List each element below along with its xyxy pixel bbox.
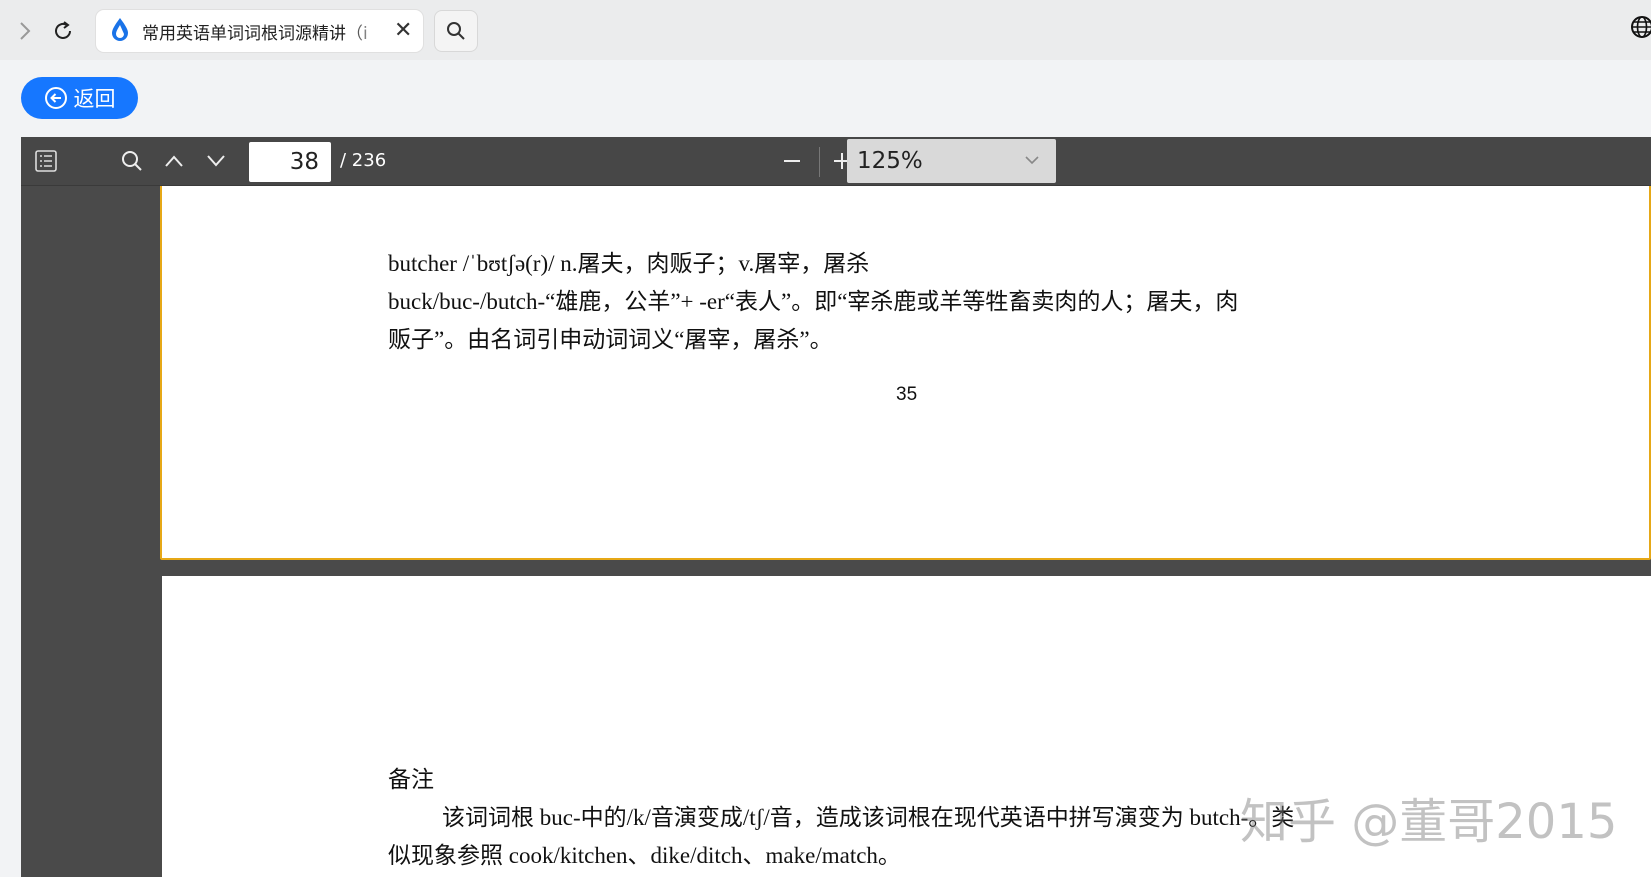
- chevron-down-icon: [207, 155, 225, 167]
- active-tab[interactable]: 常用英语单词词根词源精讲（i ✕: [96, 10, 423, 52]
- tab-search-button[interactable]: [434, 10, 478, 52]
- tab-title: 常用英语单词词根词源精讲（i: [142, 23, 368, 44]
- page-count: / 236: [340, 150, 387, 171]
- search-icon: [122, 151, 142, 171]
- previous-page-button[interactable]: [159, 146, 189, 176]
- note-line2: 似现象参照 cook/kitchen、dike/ditch、make/match…: [388, 843, 901, 868]
- chevron-up-icon: [165, 155, 183, 167]
- note-line1: 该词词根 buc-中的/k/音演变成/tʃ/音，造成该词根在现代英语中拼写演变为…: [442, 805, 1295, 830]
- toolbar-divider: [819, 147, 820, 177]
- chevron-right-icon: [20, 22, 31, 40]
- chevron-down-icon: [1025, 156, 1039, 165]
- pdf-toolbar: 38 / 236 125%: [21, 137, 1651, 186]
- zoom-select[interactable]: 125%: [847, 139, 1056, 183]
- sidebar-toggle-button[interactable]: [31, 146, 61, 176]
- zoom-out-button[interactable]: [777, 146, 807, 176]
- reload-icon: [55, 21, 71, 39]
- note-title: 备注: [388, 767, 434, 792]
- search-icon: [447, 22, 465, 40]
- globe-icon[interactable]: [1629, 14, 1651, 44]
- entry-etymology-line1: buck/buc-/butch-“雄鹿，公羊”+ -er“表人”。即“宰杀鹿或羊…: [388, 289, 1239, 314]
- minus-icon: [784, 160, 800, 162]
- zoom-value: 125%: [857, 148, 923, 174]
- entry-headword: butcher /ˈbʊtʃə(r)/ n.屠夫，肉贩子；v.屠宰，屠杀: [388, 251, 870, 276]
- site-logo-icon: [110, 17, 130, 45]
- find-button[interactable]: [117, 146, 147, 176]
- outline-icon: [35, 150, 57, 172]
- next-page-button[interactable]: [201, 146, 231, 176]
- header-area: [6, 60, 1651, 137]
- page-number-input[interactable]: 38: [249, 142, 331, 182]
- pdf-page: butcher /ˈbʊtʃə(r)/ n.屠夫，肉贩子；v.屠宰，屠杀 buc…: [160, 160, 1651, 560]
- watermark: 知乎 @董哥2015: [1240, 794, 1618, 850]
- back-button-label: 返回: [73, 87, 116, 111]
- forward-button[interactable]: [8, 14, 42, 48]
- page-number: 35: [896, 384, 918, 405]
- back-button[interactable]: 返回: [21, 77, 138, 119]
- browser-tab-bar: 常用英语单词词根词源精讲（i ✕: [0, 0, 1651, 60]
- tab-close-icon[interactable]: ✕: [394, 20, 412, 42]
- reload-button[interactable]: [46, 14, 80, 48]
- entry-etymology-line2: 贩子”。由名词引申动词词义“屠宰，屠杀”。: [388, 327, 833, 352]
- back-arrow-icon: [44, 87, 67, 109]
